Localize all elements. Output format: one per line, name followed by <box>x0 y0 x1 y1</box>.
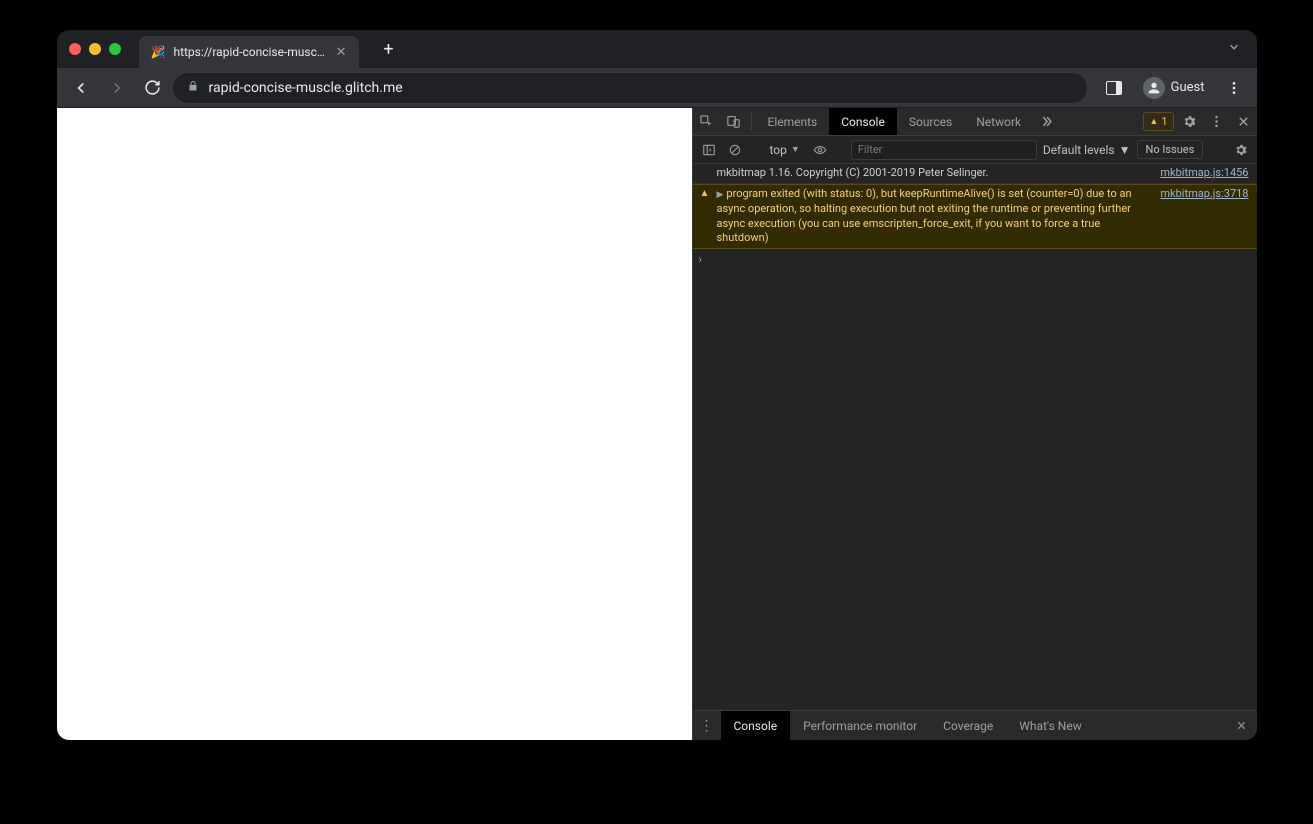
console-filter-input[interactable] <box>851 140 1037 160</box>
chrome-menu-button[interactable] <box>1219 73 1249 103</box>
inspect-element-button[interactable] <box>693 108 720 135</box>
reload-button[interactable] <box>137 72 169 104</box>
minimize-window-button[interactable] <box>89 43 101 55</box>
console-prompt[interactable]: › <box>693 249 1257 272</box>
log-source-link[interactable]: mkbitmap.js:1456 <box>1148 166 1248 181</box>
tab-favicon: 🎉 <box>151 45 166 59</box>
browser-tab[interactable]: 🎉 https://rapid-concise-muscle.g ✕ <box>139 36 359 68</box>
drawer-menu-button[interactable]: ⋮ <box>693 711 721 740</box>
titlebar: 🎉 https://rapid-concise-muscle.g ✕ + <box>57 30 1257 68</box>
issues-button[interactable]: No Issues <box>1137 140 1204 159</box>
device-toolbar-button[interactable] <box>720 108 747 135</box>
back-button[interactable] <box>65 72 97 104</box>
devtools-drawer: ⋮ Console Performance monitor Coverage W… <box>693 710 1257 740</box>
console-sidebar-toggle[interactable] <box>699 143 719 157</box>
more-tabs-button[interactable] <box>1033 108 1060 135</box>
prompt-caret-icon: › <box>699 253 711 268</box>
console-warning-row: ▲ ▶program exited (with status: 0), but … <box>693 184 1257 249</box>
warning-icon: ▲ <box>1149 116 1158 127</box>
expand-icon[interactable]: ▶ <box>717 190 727 200</box>
avatar-icon <box>1143 77 1165 99</box>
close-window-button[interactable] <box>69 43 81 55</box>
console-toolbar: top ▼ Default levels ▼ No Issues <box>693 136 1257 164</box>
toolbar: rapid-concise-muscle.glitch.me Guest <box>57 68 1257 108</box>
warning-text: program exited (with status: 0), but kee… <box>717 187 1135 245</box>
lock-icon <box>187 80 199 95</box>
chevron-down-icon: ▼ <box>1119 143 1131 157</box>
content-area: Elements Console Sources Network ▲ 1 <box>57 108 1257 740</box>
forward-button[interactable] <box>101 72 133 104</box>
devtools-panel: Elements Console Sources Network ▲ 1 <box>692 108 1257 740</box>
page-viewport[interactable] <box>57 108 692 740</box>
console-filter[interactable] <box>851 140 1037 160</box>
warnings-count: 1 <box>1161 115 1167 128</box>
devtools-tabbar: Elements Console Sources Network ▲ 1 <box>693 108 1257 136</box>
tab-title: https://rapid-concise-muscle.g <box>173 45 327 59</box>
warning-icon: ▲ <box>700 187 710 201</box>
log-text: mkbitmap 1.16. Copyright (C) 2001-2019 P… <box>717 166 1143 181</box>
execution-context-selector[interactable]: top ▼ <box>766 143 804 157</box>
log-source-link[interactable]: mkbitmap.js:3718 <box>1148 187 1248 246</box>
browser-window: 🎉 https://rapid-concise-muscle.g ✕ + rap… <box>57 30 1257 740</box>
devtools-settings-button[interactable] <box>1176 108 1203 135</box>
side-panel-icon <box>1106 81 1122 95</box>
live-expression-button[interactable] <box>810 143 830 157</box>
side-panel-button[interactable] <box>1099 73 1129 103</box>
console-messages[interactable]: mkbitmap 1.16. Copyright (C) 2001-2019 P… <box>693 164 1257 710</box>
tab-sources[interactable]: Sources <box>897 108 964 135</box>
drawer-tab-performance-monitor[interactable]: Performance monitor <box>790 711 930 740</box>
drawer-tab-coverage[interactable]: Coverage <box>930 711 1006 740</box>
maximize-window-button[interactable] <box>109 43 121 55</box>
tab-console[interactable]: Console <box>829 108 897 135</box>
drawer-close-button[interactable] <box>1227 711 1257 740</box>
window-controls <box>69 43 121 55</box>
warnings-badge[interactable]: ▲ 1 <box>1143 112 1173 131</box>
log-levels-selector[interactable]: Default levels ▼ <box>1043 143 1131 157</box>
devtools-menu-button[interactable] <box>1203 108 1230 135</box>
log-levels-label: Default levels <box>1043 143 1115 157</box>
profile-button[interactable]: Guest <box>1135 73 1213 103</box>
console-log-row: mkbitmap 1.16. Copyright (C) 2001-2019 P… <box>693 164 1257 184</box>
tab-close-button[interactable]: ✕ <box>336 45 347 60</box>
address-bar[interactable]: rapid-concise-muscle.glitch.me <box>173 73 1087 103</box>
devtools-close-button[interactable] <box>1230 108 1257 135</box>
context-label: top <box>770 143 787 157</box>
chevron-down-icon: ▼ <box>791 144 800 155</box>
tab-elements[interactable]: Elements <box>756 108 830 135</box>
drawer-tab-whats-new[interactable]: What's New <box>1006 711 1094 740</box>
profile-label: Guest <box>1171 80 1205 95</box>
tabs-dropdown-icon[interactable] <box>1227 40 1241 58</box>
new-tab-button[interactable]: + <box>375 35 403 63</box>
tab-network[interactable]: Network <box>964 108 1033 135</box>
console-settings-button[interactable] <box>1231 143 1251 157</box>
url-text: rapid-concise-muscle.glitch.me <box>209 80 403 96</box>
drawer-tab-console[interactable]: Console <box>721 711 791 740</box>
clear-console-button[interactable] <box>725 143 745 157</box>
